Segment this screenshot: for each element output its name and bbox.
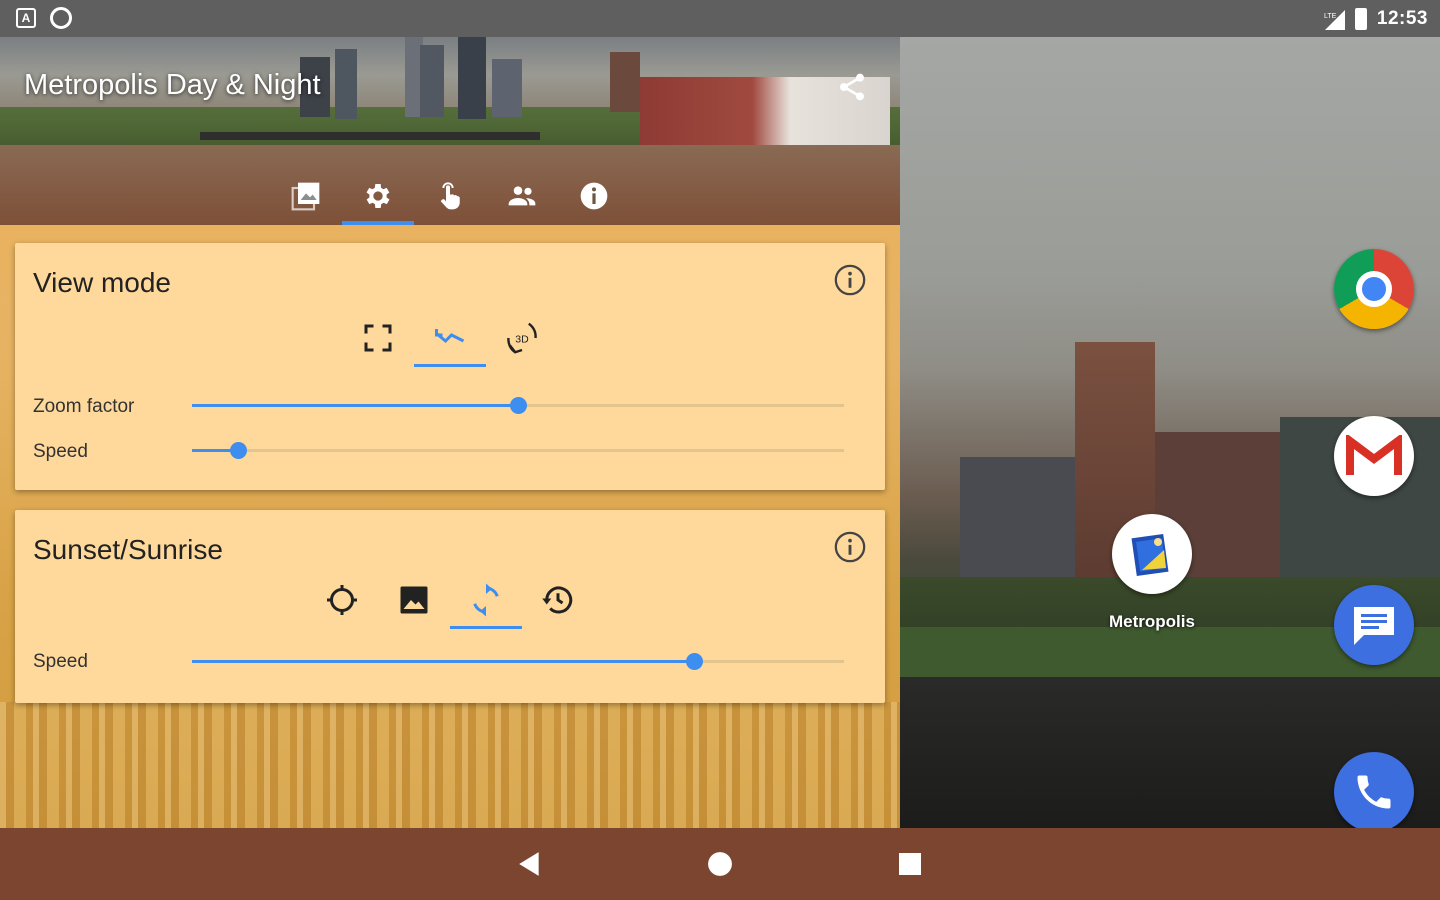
home-button[interactable]: [625, 828, 815, 900]
tab-bar: [270, 167, 630, 225]
view-mode-options: 3D: [342, 309, 558, 367]
location-icon: [327, 585, 357, 615]
navigation-bar: [0, 828, 1440, 900]
pan-icon: [435, 329, 465, 344]
image-mode-button[interactable]: [378, 571, 450, 629]
zoom-factor-slider[interactable]: [192, 396, 844, 416]
phone-handset-glyph: [1357, 775, 1391, 809]
zoom-factor-label: Zoom factor: [33, 396, 135, 417]
app-window: Metropolis Day & Night View mode 3D Zoom…: [0, 37, 900, 828]
gmail-icon[interactable]: [1334, 416, 1414, 496]
view-speed-slider[interactable]: [192, 441, 844, 461]
fullscreen-icon: [364, 324, 392, 352]
header-building: [458, 37, 486, 119]
image-icon: [400, 586, 428, 614]
status-left: A: [16, 7, 72, 29]
sunset-speed-label: Speed: [33, 651, 88, 672]
recents-icon: [899, 853, 921, 875]
chrome-icon-center: [1356, 271, 1392, 307]
gmail-m-glyph: [1346, 435, 1402, 475]
slider-thumb[interactable]: [229, 442, 247, 459]
header-building: [492, 59, 522, 117]
gallery-icon: [291, 182, 320, 211]
info-icon: [580, 182, 608, 210]
message-bubble-glyph: [1354, 607, 1394, 645]
network-type: LTE: [1324, 13, 1337, 20]
rotate-3d-label: 3D: [515, 334, 529, 346]
tab-info[interactable]: [558, 167, 630, 225]
tab-settings[interactable]: [342, 167, 414, 225]
sunset-mode-options: [306, 571, 594, 629]
tab-touch[interactable]: [414, 167, 486, 225]
view-mode-info-icon[interactable]: [833, 263, 867, 297]
signal-icon: LTE: [1324, 10, 1345, 30]
app-background-texture: [0, 702, 900, 828]
view-mode-card: View mode 3D Zoom factor Speed: [15, 243, 885, 490]
gear-icon: [366, 184, 390, 208]
rotate-3d-icon: 3D: [507, 322, 537, 354]
messages-icon[interactable]: [1334, 585, 1414, 665]
fullscreen-mode-button[interactable]: [342, 309, 414, 367]
home-icon: [708, 852, 732, 876]
sync-mode-button[interactable]: [450, 571, 522, 629]
recents-button[interactable]: [815, 828, 1005, 900]
clock: 12:53: [1376, 8, 1428, 29]
slider-thumb[interactable]: [686, 653, 704, 670]
back-button[interactable]: [435, 828, 625, 900]
metropolis-shortcut[interactable]: [1112, 514, 1192, 594]
location-mode-button[interactable]: [306, 571, 378, 629]
history-mode-button[interactable]: [522, 571, 594, 629]
chrome-icon[interactable]: [1334, 249, 1414, 329]
metropolis-shortcut-label[interactable]: Metropolis: [1092, 612, 1212, 632]
sunset-sunrise-card: Sunset/Sunrise Speed: [15, 510, 885, 703]
slider-fill: [192, 404, 518, 407]
view-speed-label: Speed: [33, 441, 88, 462]
a-notification-icon: A: [16, 8, 36, 28]
people-icon: [508, 186, 536, 206]
sunset-info-icon[interactable]: [833, 530, 867, 564]
view-mode-title: View mode: [33, 267, 172, 298]
header-building: [335, 49, 357, 119]
history-icon: [542, 586, 573, 614]
sunset-speed-slider[interactable]: [192, 652, 844, 672]
header-bridge: [200, 132, 540, 140]
rotate-3d-mode-button[interactable]: 3D: [486, 309, 558, 367]
slider-track: [192, 449, 844, 452]
battery-icon: [1354, 8, 1367, 30]
pan-mode-button[interactable]: [414, 309, 486, 367]
slider-thumb[interactable]: [510, 397, 527, 414]
status-bar: A LTE 12:53: [0, 0, 1440, 37]
app-title: Metropolis Day & Night: [24, 69, 321, 101]
slider-fill: [192, 660, 695, 663]
header-building: [610, 52, 640, 112]
back-icon: [519, 852, 539, 876]
circle-notification-icon: [50, 7, 72, 29]
phone-icon[interactable]: [1334, 752, 1414, 832]
share-icon[interactable]: [836, 71, 868, 103]
sync-icon: [473, 583, 499, 617]
metropolis-app-icon: [1131, 533, 1169, 577]
touch-icon: [440, 182, 460, 210]
tab-people[interactable]: [486, 167, 558, 225]
header-building: [420, 45, 444, 117]
sunset-sunrise-title: Sunset/Sunrise: [33, 534, 223, 565]
status-right: LTE 12:53: [1323, 6, 1428, 32]
tab-wallpaper[interactable]: [270, 167, 342, 225]
